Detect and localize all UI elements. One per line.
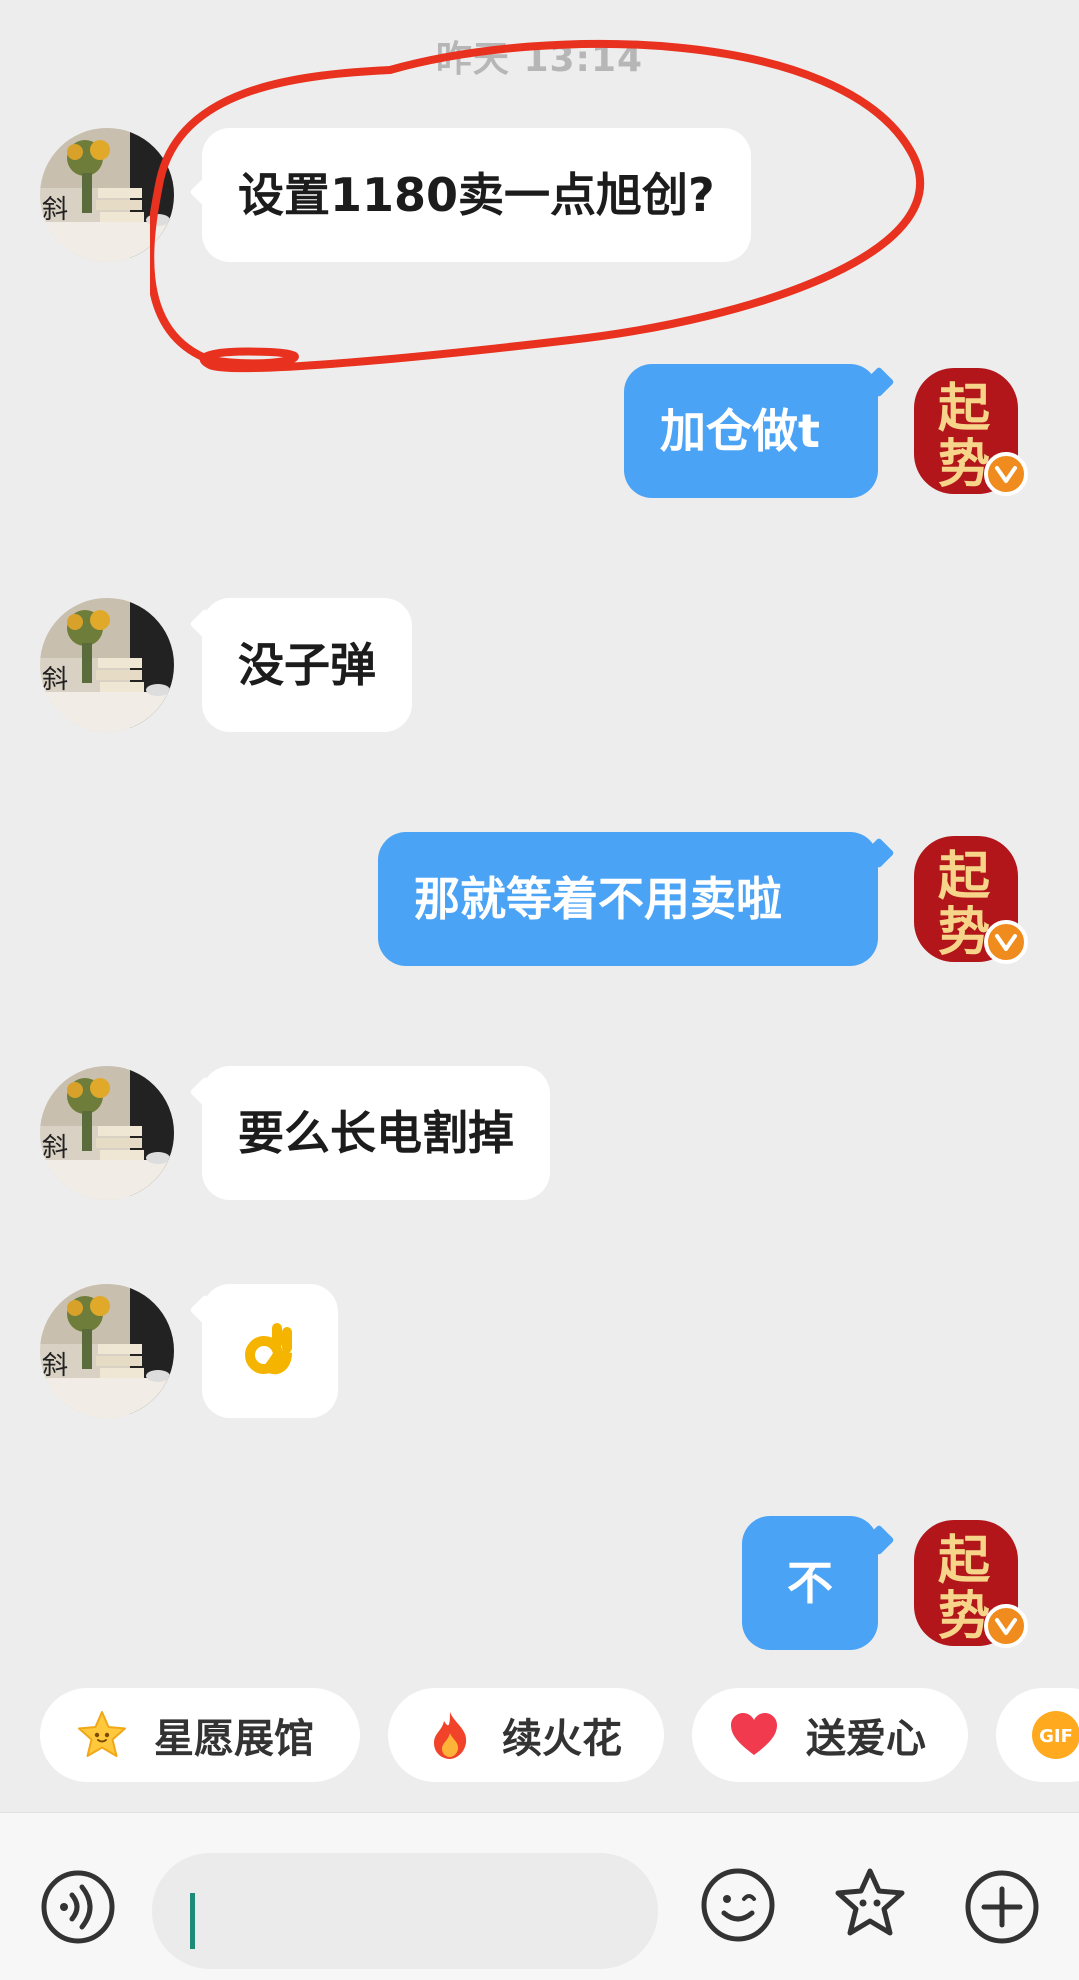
add-icon[interactable]: [964, 1869, 1040, 1945]
gif-icon: GIF: [1032, 1711, 1079, 1759]
svg-text:斜: 斜: [42, 1133, 68, 1163]
text-cursor: [190, 1893, 195, 1949]
outgoing-message-bubble[interactable]: 加仓做t: [624, 364, 878, 498]
voice-input-icon[interactable]: [40, 1869, 116, 1945]
heart-icon: [731, 1713, 777, 1755]
quick-action-continue-spark[interactable]: 续火花: [388, 1688, 664, 1782]
incoming-emoji-bubble[interactable]: 👌: [202, 1284, 338, 1418]
contact-avatar[interactable]: 斜: [40, 128, 174, 262]
svg-text:起: 起: [938, 846, 991, 907]
contact-avatar[interactable]: 斜: [40, 1066, 174, 1200]
chip-label: 送爱心: [806, 1716, 926, 1762]
svg-text:斜: 斜: [42, 1351, 68, 1381]
self-avatar[interactable]: 起 势: [912, 1516, 1028, 1650]
svg-text:势: 势: [938, 434, 990, 495]
svg-text:斜: 斜: [42, 195, 68, 225]
message-input-bar: [0, 1812, 1079, 1980]
ok-hand-icon: [245, 1323, 292, 1375]
svg-text:斜: 斜: [42, 665, 68, 695]
svg-text:势: 势: [938, 902, 990, 963]
incoming-message-bubble[interactable]: 要么长电割掉: [202, 1066, 550, 1200]
svg-text:GIF: GIF: [1039, 1726, 1073, 1747]
contact-avatar[interactable]: 斜: [40, 598, 174, 732]
star-icon: [78, 1711, 126, 1757]
self-avatar[interactable]: 起 势: [912, 832, 1028, 966]
incoming-message-bubble[interactable]: 设置1180卖一点旭创?: [202, 128, 751, 262]
message-timestamp: 昨天 13:14: [435, 39, 644, 80]
svg-text:起: 起: [938, 378, 991, 439]
chip-label: 星愿展馆: [154, 1716, 314, 1762]
sticker-icon[interactable]: [832, 1865, 908, 1941]
emoji-icon[interactable]: [700, 1867, 776, 1943]
contact-avatar[interactable]: 斜: [40, 1284, 174, 1418]
outgoing-message-bubble[interactable]: 那就等着不用卖啦: [378, 832, 878, 966]
quick-action-send-heart[interactable]: 送爱心: [692, 1688, 968, 1782]
svg-text:起: 起: [938, 1530, 991, 1591]
chip-label: 续火花: [502, 1716, 622, 1762]
outgoing-message-bubble[interactable]: 不: [742, 1516, 878, 1650]
fire-icon: [434, 1712, 467, 1759]
self-avatar[interactable]: 起 势: [912, 364, 1028, 498]
quick-action-gif[interactable]: GIF: [996, 1688, 1079, 1782]
chat-screen: 昨天 13:14 斜 设置1180卖一点旭创? 加仓做t 起 势 斜 没子弹 那…: [0, 0, 1079, 1980]
incoming-message-bubble[interactable]: 没子弹: [202, 598, 412, 732]
svg-text:势: 势: [938, 1586, 990, 1647]
message-text-input[interactable]: [152, 1853, 658, 1969]
quick-action-star-gallery[interactable]: 星愿展馆: [40, 1688, 360, 1782]
